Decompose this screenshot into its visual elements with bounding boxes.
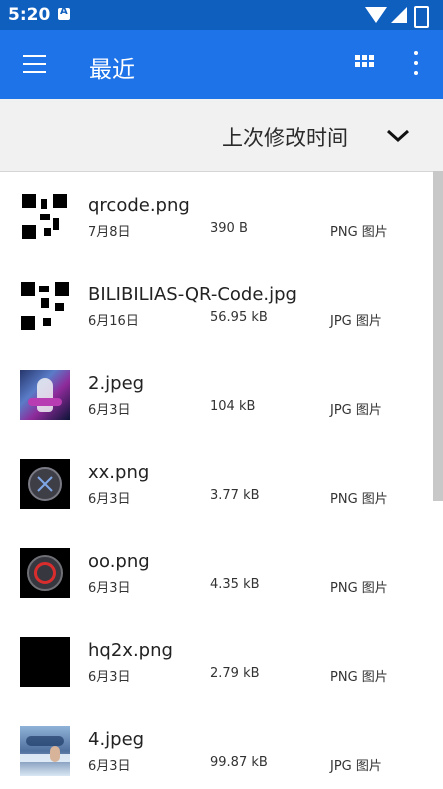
file-size: 390 B [210,221,248,236]
file-date: 6月3日 [88,581,131,596]
file-size: 104 kB [210,399,256,414]
app-notification-icon [58,6,70,20]
app-bar: 最近 [0,30,443,99]
signal-icon [391,7,407,23]
scrollbar[interactable] [433,171,443,501]
black-image-thumbnail [20,637,70,687]
file-name: 4.jpeg [88,729,145,750]
file-size: 56.95 kB [210,310,268,325]
file-type: JPG 图片 [330,314,382,329]
sort-label: 上次修改时间 [222,126,348,150]
file-size: 3.77 kB [210,488,260,503]
qr-code-thumbnail [21,282,69,330]
file-type: JPG 图片 [330,403,382,418]
file-name: 2.jpeg [88,373,145,394]
status-time: 5:20 [8,5,51,25]
file-type: PNG 图片 [330,225,388,240]
file-size: 2.79 kB [210,666,260,681]
x-button-thumbnail [20,459,70,509]
more-options-icon[interactable] [410,51,422,77]
anime-art-thumbnail [20,370,70,420]
list-item[interactable]: hq2x.png 6月3日 2.79 kB PNG 图片 [0,616,443,705]
file-name: qrcode.png [88,195,190,216]
file-size: 99.87 kB [210,755,268,770]
list-item[interactable]: xx.png 6月3日 3.77 kB PNG 图片 [0,438,443,527]
file-list: qrcode.png 7月8日 390 B PNG 图片 BILIBILIAS-… [0,171,443,789]
list-item[interactable]: 2.jpeg 6月3日 104 kB JPG 图片 [0,349,443,438]
list-item[interactable]: 4.jpeg 6月3日 99.87 kB JPG 图片 [0,705,443,789]
list-item[interactable]: qrcode.png 7月8日 390 B PNG 图片 [0,171,443,260]
file-name: xx.png [88,462,150,483]
file-date: 6月16日 [88,314,139,329]
qr-code-thumbnail [22,194,67,239]
menu-icon[interactable] [23,55,46,73]
circle-button-thumbnail [20,548,70,598]
file-date: 6月3日 [88,492,131,507]
file-name: hq2x.png [88,640,173,661]
wifi-icon [365,7,387,23]
file-type: PNG 图片 [330,581,388,596]
file-name: oo.png [88,551,150,572]
file-name: BILIBILIAS-QR-Code.jpg [88,284,297,305]
grid-view-icon[interactable] [355,55,374,71]
chevron-down-icon[interactable] [384,123,412,147]
file-type: PNG 图片 [330,492,388,507]
status-icons [365,5,435,28]
list-item[interactable]: oo.png 6月3日 4.35 kB PNG 图片 [0,527,443,616]
sea-art-thumbnail [20,726,70,776]
page-title: 最近 [89,57,135,83]
file-date: 6月3日 [88,670,131,685]
battery-icon [414,6,429,28]
file-date: 6月3日 [88,403,131,418]
file-date: 7月8日 [88,225,131,240]
file-date: 6月3日 [88,759,131,774]
file-size: 4.35 kB [210,577,260,592]
status-bar: 5:20 [0,0,443,30]
file-type: PNG 图片 [330,670,388,685]
sort-selector[interactable]: 上次修改时间 [0,99,443,172]
list-item[interactable]: BILIBILIAS-QR-Code.jpg 6月16日 56.95 kB JP… [0,260,443,349]
file-type: JPG 图片 [330,759,382,774]
